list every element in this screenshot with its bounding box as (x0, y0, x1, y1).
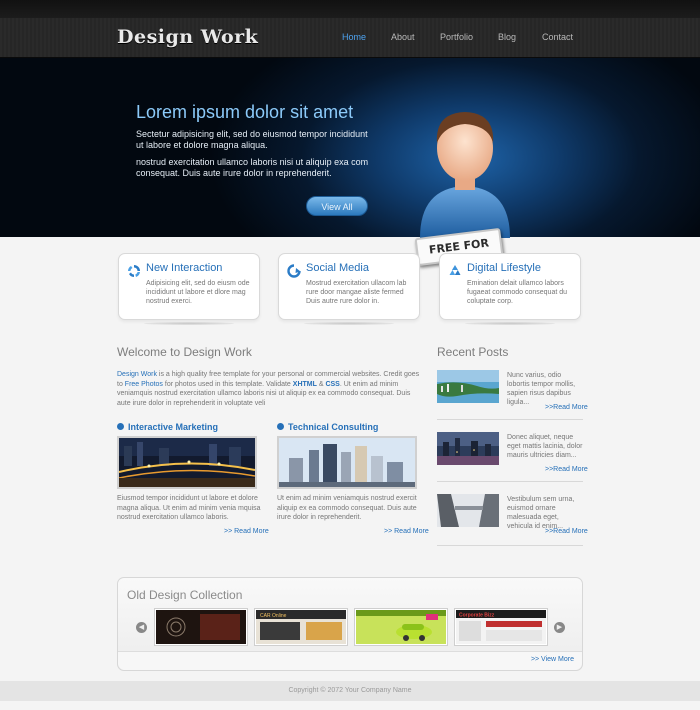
welcome-title: Welcome to Design Work (117, 345, 252, 359)
post-excerpt: Nunc varius, odio lobortis tempor mollis… (507, 372, 576, 406)
read-more-link[interactable]: >> Read More (384, 528, 429, 535)
collection-slide[interactable]: Corporate Bizz (454, 608, 548, 646)
nav-about[interactable]: About (391, 32, 415, 42)
collection-footer-bar: >> View More (118, 651, 582, 670)
person-avatar-icon (420, 112, 510, 238)
post-excerpt: Vestibulum sem urna, euismod ornare male… (507, 496, 575, 530)
subsection-title: Interactive Marketing (128, 422, 219, 432)
feature-text: Mostrud exercitation ullacom lab rure do… (306, 280, 407, 305)
collection-title: Old Design Collection (127, 588, 243, 602)
collection-slide[interactable] (354, 608, 448, 646)
post-separator (437, 481, 583, 482)
towers-thumbnail[interactable] (437, 494, 499, 527)
view-more-link[interactable]: >> View More (531, 656, 574, 663)
slide-thumbnail: Corporate Bizz (456, 610, 546, 644)
city-dusk-thumbnail[interactable] (437, 432, 499, 465)
box-shadow (465, 322, 555, 325)
hero-paragraph-1: Sectetur adipisicing elit, sed do eiusmo… (136, 129, 368, 150)
post-separator (437, 545, 583, 546)
read-more-link[interactable]: >>Read More (545, 466, 588, 473)
copyright-text: Copyright © 2072 Your Company Name (288, 687, 412, 694)
design-work-link[interactable]: Design Work (117, 371, 157, 378)
consulting-text: Ut enim ad minim veniamquis nostrud exer… (277, 495, 417, 521)
top-strip (0, 0, 700, 18)
main-nav: Home About Portfolio Blog Contact (0, 32, 700, 46)
free-photos-link[interactable]: Free Photos (125, 381, 163, 388)
marketing-image[interactable] (117, 436, 257, 489)
recent-posts-title: Recent Posts (437, 345, 509, 359)
slide-label: Corporate Bizz (459, 613, 495, 619)
next-arrow-icon[interactable]: ▶ (554, 622, 565, 633)
post-excerpt: Donec aliquet, neque eget mattis lacinia… (507, 434, 583, 459)
feature-title[interactable]: Digital Lifestyle (467, 262, 541, 274)
recycle-arrows-icon (128, 265, 140, 277)
read-more-link[interactable]: >> Read More (224, 528, 269, 535)
skyline-image (279, 438, 415, 487)
hero-title: Lorem ipsum dolor sit amet (136, 102, 354, 122)
old-design-collection: Old Design Collection ◀ ▶ CAR Online Cor… (117, 577, 583, 671)
footer: Copyright © 2072 Your Company Name (0, 681, 700, 701)
read-more-link[interactable]: >>Read More (545, 528, 588, 535)
marketing-text: Eiusmod tempor incididunt ut labore et d… (117, 495, 261, 521)
prev-arrow-icon[interactable]: ◀ (136, 622, 147, 633)
slide-thumbnail: CAR Online (256, 610, 346, 644)
hero-banner: Lorem ipsum dolor sit amet Sectetur adip… (0, 58, 700, 278)
feature-social-media: Social Media Mostrud exercitation ullaco… (278, 253, 420, 320)
technical-consulting-heading[interactable]: Technical Consulting (277, 422, 378, 432)
slide-label: CAR Online (260, 613, 287, 619)
collection-slide[interactable] (154, 608, 248, 646)
subsection-title: Technical Consulting (288, 422, 379, 432)
box-shadow (304, 322, 394, 325)
bullet-icon (117, 423, 124, 431)
nav-contact[interactable]: Contact (542, 32, 573, 42)
nav-portfolio[interactable]: Portfolio (440, 32, 473, 42)
city-night-image (119, 438, 255, 487)
xhtml-link[interactable]: XHTML (293, 381, 317, 388)
refresh-arrow-icon (287, 264, 301, 278)
header: Design Work Home About Portfolio Blog Co… (0, 18, 700, 58)
feature-new-interaction: New Interaction Adipisicing elit, sed do… (118, 253, 260, 320)
bullet-icon (277, 423, 284, 431)
recycle-icon (449, 265, 461, 275)
box-shadow (144, 322, 234, 325)
interactive-marketing-heading[interactable]: Interactive Marketing (117, 422, 218, 432)
feature-text: Adipisicing elit, sed do eiusm ode incid… (146, 280, 250, 305)
feature-text: Emination delait ullamco labors fugaeat … (467, 280, 568, 305)
welcome-text-b: for photos used in this template. Valida… (162, 380, 293, 388)
collection-slide[interactable]: CAR Online (254, 608, 348, 646)
slide-thumbnail (356, 610, 446, 644)
slide-thumbnail (156, 610, 246, 644)
feature-digital-lifestyle: Digital Lifestyle Emination delait ullam… (439, 253, 581, 320)
view-all-button[interactable]: View All (306, 196, 368, 216)
welcome-text: Design Work is a high quality free templ… (117, 370, 422, 408)
css-link[interactable]: CSS (325, 381, 339, 388)
consulting-image[interactable] (277, 436, 417, 489)
feature-title[interactable]: Social Media (306, 262, 369, 274)
read-more-link[interactable]: >>Read More (545, 404, 588, 411)
hero-paragraph-2: nostrud exercitation ullamco laboris nis… (136, 157, 369, 178)
coast-thumbnail[interactable] (437, 370, 499, 403)
feature-title[interactable]: New Interaction (146, 262, 222, 274)
nav-home[interactable]: Home (342, 32, 366, 42)
post-separator (437, 419, 583, 420)
nav-blog[interactable]: Blog (498, 32, 516, 42)
